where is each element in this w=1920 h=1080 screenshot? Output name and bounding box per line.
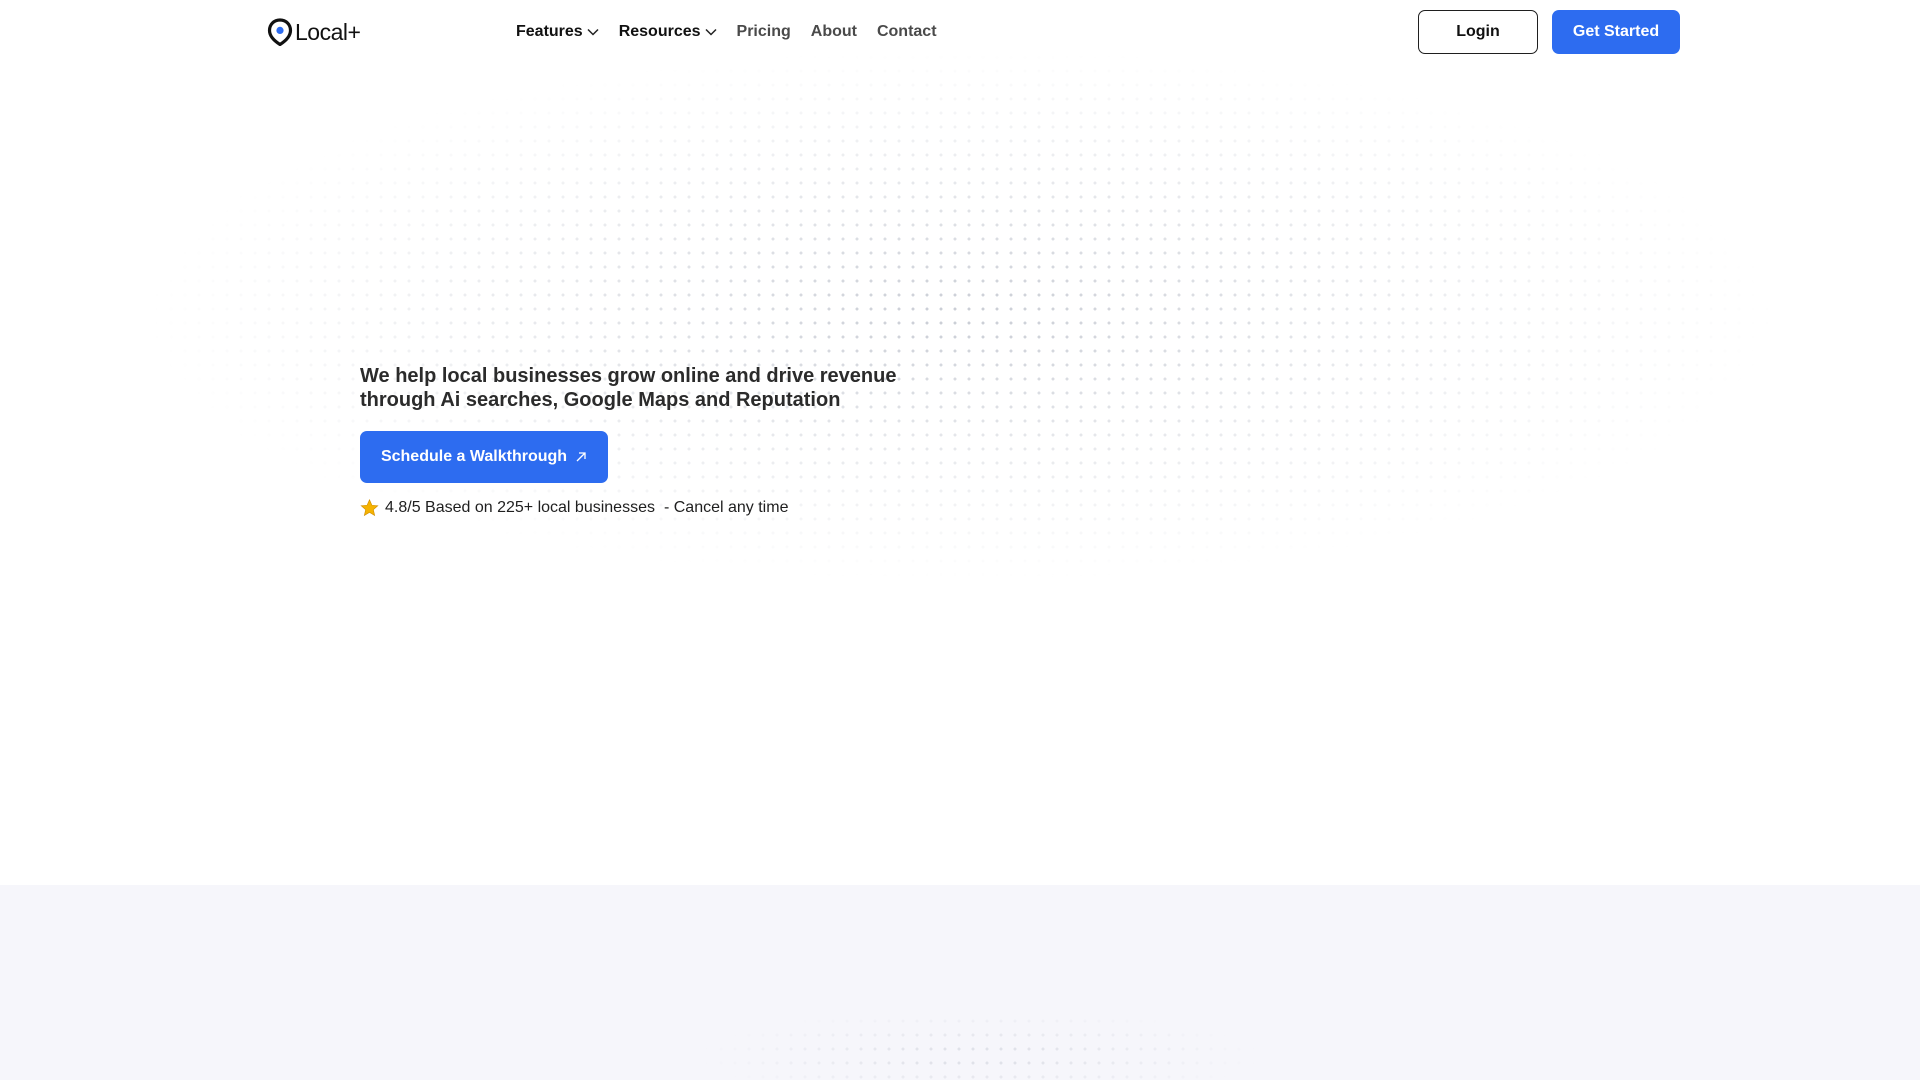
schedule-walkthrough-button[interactable]: Schedule a Walkthrough	[360, 431, 608, 483]
nav-resources-label: Resources	[618, 23, 701, 40]
cta-label: Schedule a Walkthrough	[380, 448, 568, 465]
location-pin-icon	[267, 18, 293, 46]
rating-text: 4.8/5 Based on 225+ local businesses	[385, 499, 655, 516]
logo[interactable]: Local+	[267, 18, 361, 46]
nav-about[interactable]: About	[811, 23, 857, 41]
login-button[interactable]: Login	[1418, 10, 1538, 54]
nav-about-label: About	[810, 23, 857, 40]
next-section	[0, 885, 1920, 1080]
nav-contact[interactable]: Contact	[877, 23, 937, 41]
rating-line: 4.8/5 Based on 225+ local businesses - C…	[360, 498, 788, 518]
nav-pricing-label: Pricing	[736, 23, 791, 40]
nav-features[interactable]: Features	[516, 23, 599, 41]
hero-heading: We help local businesses grow online and…	[360, 365, 897, 411]
nav-features-label: Features	[516, 23, 583, 40]
site-header: Local+ Features Resources Pricing About …	[0, 0, 1920, 64]
nav-resources[interactable]: Resources	[619, 23, 717, 41]
nav-pricing[interactable]: Pricing	[737, 23, 791, 41]
get-started-button[interactable]: Get Started	[1552, 10, 1680, 54]
logo-text: Local+	[295, 18, 361, 45]
cancel-note: - Cancel any time	[663, 499, 789, 516]
chevron-down-icon	[587, 28, 599, 36]
nav-contact-label: Contact	[876, 23, 937, 40]
chevron-down-icon	[705, 28, 717, 36]
arrow-up-right-icon	[576, 452, 586, 462]
star-icon	[360, 499, 379, 517]
main-nav: Features Resources Pricing About Contact	[516, 20, 957, 44]
